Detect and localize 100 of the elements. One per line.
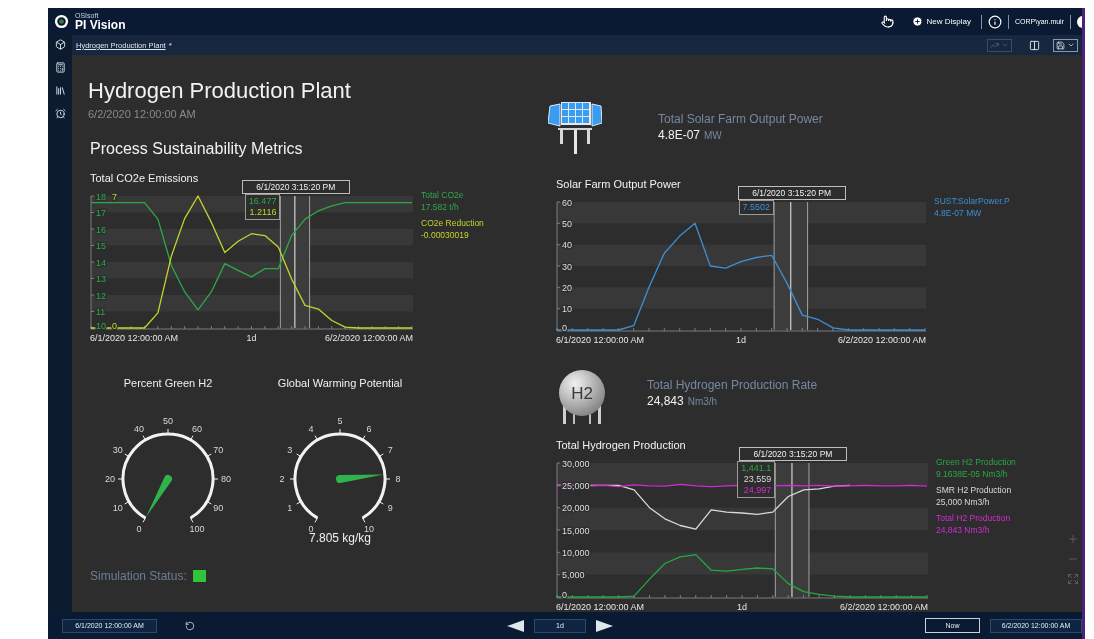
start-time-label: 6/1/2020 12:00:00 AM <box>90 333 179 343</box>
axis-label: 40 <box>562 240 572 251</box>
gauge-tick-label: 7 <box>387 445 393 455</box>
legend-label[interactable]: Green H2 Production <box>936 457 1016 467</box>
gauge-tick-label: 20 <box>105 474 115 484</box>
value-number: 4.8E-07 <box>658 128 701 142</box>
axis-label: 17 <box>96 208 106 218</box>
legend-label[interactable]: SUST:SolarPower.P <box>934 196 1010 206</box>
gauge-tick-label: 9 <box>387 503 393 513</box>
gauge-tick-label: 10 <box>112 503 123 513</box>
modified-mark: * <box>168 40 172 50</box>
gauge-tick-label: 50 <box>163 416 173 426</box>
time-span-label: 1d <box>246 333 257 343</box>
time-span-label: 1d <box>736 335 746 345</box>
cursor-line[interactable] <box>789 201 792 331</box>
refresh-icon[interactable] <box>185 620 195 631</box>
start-time-label: 6/1/2020 12:00:00 AM <box>556 335 645 345</box>
app-name: PI Vision <box>75 19 126 31</box>
info-icon[interactable] <box>988 14 1002 29</box>
save-dropdown[interactable] <box>1053 38 1078 52</box>
chart-title: Total Hydrogen Production <box>556 439 687 453</box>
axis-label: 13 <box>96 274 106 284</box>
section-title: Process Sustainability Metrics <box>90 140 303 158</box>
legend-value: 24,843 Nm3/h <box>936 525 991 535</box>
cursor-value: 23,559 <box>743 474 772 485</box>
value-title: Total Solar Farm Output Power <box>658 112 823 126</box>
axis-label: 50 <box>562 218 572 229</box>
axis-label: 30,000 <box>562 458 590 469</box>
axis-label: 5,000 <box>562 570 585 581</box>
legend-label[interactable]: CO2e Reduction <box>421 218 484 228</box>
end-time-label: 6/2/2020 12:00:00 AM <box>324 333 413 343</box>
gauge-tick-label: 60 <box>192 423 202 434</box>
axis-label: 60 <box>562 197 572 208</box>
cursor-value: 7.5502 <box>742 202 771 213</box>
legend-value: 9.1638E-05 Nm3/h <box>936 469 1009 479</box>
calculator-icon[interactable] <box>54 62 66 73</box>
axis-label: 7 <box>112 191 117 202</box>
axis-label: 10,000 <box>562 547 590 558</box>
axis-label: 0 <box>562 590 567 600</box>
gauge-tick-label: 80 <box>221 474 231 484</box>
cursor-timestamp: 6/1/2020 3:15:20 PM <box>241 180 350 194</box>
previous-arrow-icon[interactable] <box>507 619 524 632</box>
axis-label: 20,000 <box>562 503 590 514</box>
new-display-button[interactable]: New Display <box>907 16 975 27</box>
axis-label: 15,000 <box>562 525 590 536</box>
value-unit: MW <box>704 130 722 141</box>
alarm-clock-icon[interactable] <box>54 108 66 119</box>
axis-label: 15 <box>96 241 106 251</box>
axis-label: 16 <box>96 224 106 235</box>
axis-label: 14 <box>96 257 106 268</box>
library-icon[interactable] <box>54 85 66 96</box>
chart-title: Total CO2e Emissions <box>90 172 200 186</box>
axis-label: 0 <box>562 323 567 333</box>
next-arrow-icon[interactable] <box>596 619 613 632</box>
gauge-tick-label: 5 <box>337 416 343 426</box>
caret-icon <box>1067 41 1075 49</box>
axis-label: 30 <box>562 261 572 272</box>
legend-value: 17.582 t/h <box>421 202 460 212</box>
display-timestamp: 6/2/2020 12:00:00 AM <box>88 108 197 120</box>
touch-icon[interactable] <box>880 15 894 28</box>
gauge-tick-label: 8 <box>395 474 401 484</box>
gauge-tick-label: 100 <box>189 524 205 535</box>
legend-value: 4.8E-07 MW <box>934 208 983 218</box>
gauge-tick-label: 70 <box>213 445 224 455</box>
start-time-label: 6/1/2020 12:00:00 AM <box>556 602 645 612</box>
columns-icon[interactable] <box>1029 39 1040 51</box>
plus-icon <box>911 16 923 27</box>
axis-label: 0 <box>112 321 117 331</box>
tank-label: H2 <box>571 384 593 403</box>
display-title: Hydrogen Production Plant <box>88 78 351 104</box>
caret-icon <box>1001 41 1009 49</box>
gauge-tick-label: 4 <box>308 423 314 434</box>
gauge-tick-label: 3 <box>287 445 293 455</box>
gauge-tick-label: 90 <box>213 503 224 513</box>
axis-label: 11 <box>96 307 106 317</box>
axis-label: 10 <box>562 304 572 315</box>
save-icon <box>1056 40 1065 50</box>
value-unit: Nm3/h <box>687 396 718 407</box>
time-span-label: 1d <box>737 602 747 612</box>
end-time-label: 6/2/2020 12:00:00 AM <box>837 335 926 345</box>
legend-value: -0.00030019 <box>421 230 470 240</box>
logo-icon <box>54 14 69 29</box>
gauge-title: Percent Green H2 <box>123 377 213 389</box>
cursor-value: 1,441.1 <box>741 463 772 474</box>
legend-label[interactable]: SMR H2 Production <box>936 485 1016 495</box>
chart-title: Solar Farm Output Power <box>556 178 682 192</box>
cursor-timestamp: 6/1/2020 3:15:20 PM <box>737 186 846 200</box>
cursor-value: 1.2116 <box>249 207 277 218</box>
gauge-tick-label: 0 <box>136 524 142 535</box>
trend-icon <box>990 40 999 50</box>
cursor-timestamp: 6/1/2020 3:15:20 PM <box>738 447 847 461</box>
axis-label: 12 <box>96 290 106 301</box>
gauge-tick-label: 30 <box>112 445 123 455</box>
gauge-tick-label: 6 <box>366 423 372 434</box>
gauge-tick-label: 40 <box>134 423 144 434</box>
tank-icon <box>559 370 605 424</box>
legend-label[interactable]: Total CO2e <box>421 190 484 200</box>
cube-icon[interactable] <box>54 39 66 50</box>
axis-label: 20 <box>562 282 572 293</box>
gauge-needle <box>146 475 172 518</box>
